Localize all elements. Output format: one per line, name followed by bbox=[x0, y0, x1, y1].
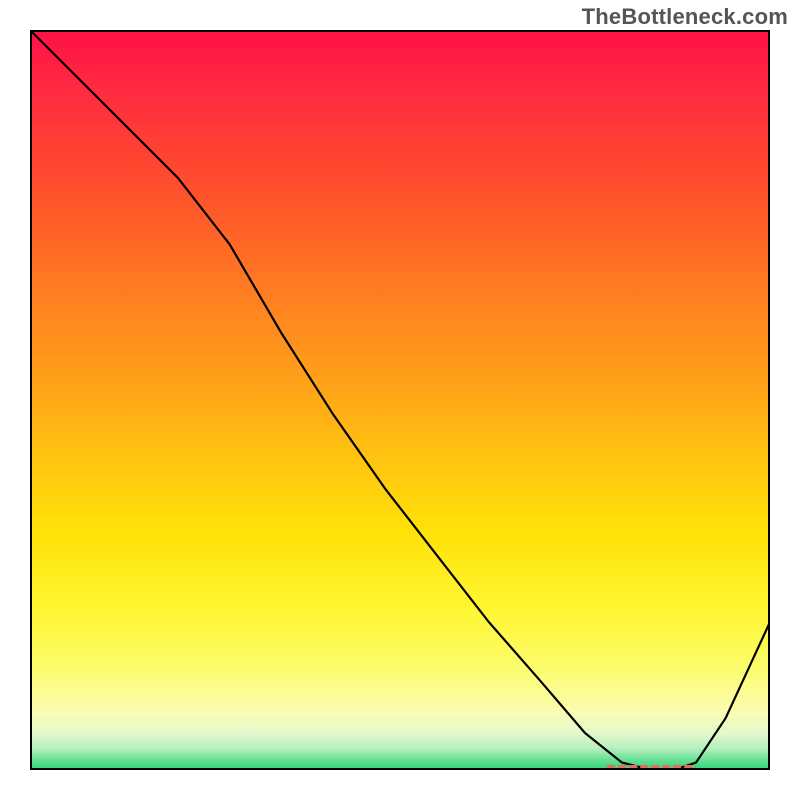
plot-area bbox=[30, 30, 770, 770]
chart-overlay-svg bbox=[30, 30, 770, 770]
chart-container: TheBottleneck.com bbox=[0, 0, 800, 800]
bottleneck-curve-line bbox=[30, 30, 770, 770]
watermark-text: TheBottleneck.com bbox=[582, 4, 788, 30]
